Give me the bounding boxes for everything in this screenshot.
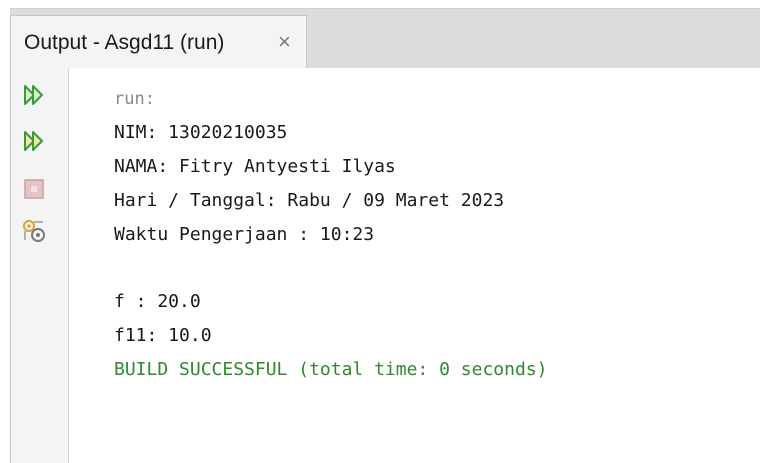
console-output: run: NIM: 13020210035 NAMA: Fitry Antyes… [114,82,547,387]
console-line-f: f : 20.0 [114,291,201,312]
settings-icon[interactable] [21,218,47,244]
output-panel: run: NIM: 13020210035 NAMA: Fitry Antyes… [10,68,760,463]
output-tab-bar: Output - Asgd11 (run) × [10,8,760,69]
console-line-hari-tanggal: Hari / Tanggal: Rabu / 09 Maret 2023 [114,190,505,211]
stop-icon[interactable] [21,176,47,202]
output-tab[interactable]: Output - Asgd11 (run) × [10,15,307,69]
build-status-line: BUILD SUCCESSFUL (total time: 0 seconds) [114,359,548,380]
output-tab-title: Output - Asgd11 (run) [24,30,225,54]
rerun-icon[interactable] [21,82,47,108]
output-toolbar [11,68,69,463]
console-line-waktu: Waktu Pengerjaan : 10:23 [114,224,375,245]
console-line-nama: NAMA: Fitry Antyesti Ilyas [114,156,396,177]
console-line-run: run: [114,89,155,109]
close-icon[interactable]: × [278,31,291,53]
console-line-f11: f11: 10.0 [114,325,212,346]
console-line-nim: NIM: 13020210035 [114,122,288,143]
window-top-edge [0,0,760,8]
rerun-with-options-icon[interactable] [21,128,47,154]
